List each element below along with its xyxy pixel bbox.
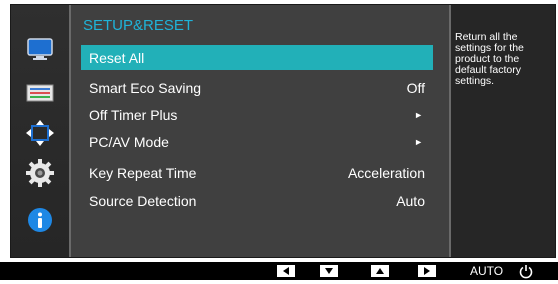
arrow-down-icon[interactable] xyxy=(320,265,338,277)
resize-arrows-icon[interactable] xyxy=(21,117,59,149)
menu-item-value: Off xyxy=(406,79,425,96)
menu-item-reset-all[interactable]: Reset All xyxy=(81,45,433,70)
menu-item-label: Smart Eco Saving xyxy=(89,79,202,96)
arrow-right-icon[interactable] xyxy=(418,265,436,277)
arrow-up-icon[interactable] xyxy=(371,265,389,277)
menu-item-pc-av-mode[interactable]: PC/AV Mode ► xyxy=(81,129,433,154)
menu-item-source-detection[interactable]: Source Detection Auto xyxy=(81,188,433,213)
arrow-left-icon[interactable] xyxy=(277,265,295,277)
menu-title: SETUP&RESET xyxy=(83,17,194,34)
menu-item-label: Key Repeat Time xyxy=(89,164,197,181)
gear-icon[interactable] xyxy=(21,157,59,189)
menu-item-key-repeat-time[interactable]: Key Repeat Time Acceleration xyxy=(81,160,433,185)
menu-item-value: Acceleration xyxy=(347,164,425,181)
settings-menu: SETUP&RESET Reset All Smart Eco Saving O… xyxy=(69,5,451,257)
info-icon[interactable] xyxy=(21,204,59,236)
bottom-button-bar: AUTO xyxy=(0,262,558,280)
help-text: Return all the settings for the product … xyxy=(455,31,524,87)
menu-item-smart-eco-saving[interactable]: Smart Eco Saving Off xyxy=(81,75,433,100)
color-bars-icon[interactable] xyxy=(21,77,59,109)
submenu-arrow-icon: ► xyxy=(414,109,423,120)
power-icon[interactable] xyxy=(518,263,534,279)
osd-panel: SETUP&RESET Reset All Smart Eco Saving O… xyxy=(10,4,556,258)
menu-item-label: Off Timer Plus xyxy=(89,106,178,123)
submenu-arrow-icon: ► xyxy=(414,136,423,147)
menu-item-label: PC/AV Mode xyxy=(89,133,169,150)
menu-item-off-timer-plus[interactable]: Off Timer Plus ► xyxy=(81,102,433,127)
auto-button[interactable]: AUTO xyxy=(470,264,503,278)
menu-item-value: Auto xyxy=(396,192,425,209)
monitor-icon[interactable] xyxy=(21,33,59,65)
menu-item-label: Source Detection xyxy=(89,192,197,209)
sidebar xyxy=(11,5,69,257)
menu-item-label: Reset All xyxy=(89,49,145,66)
